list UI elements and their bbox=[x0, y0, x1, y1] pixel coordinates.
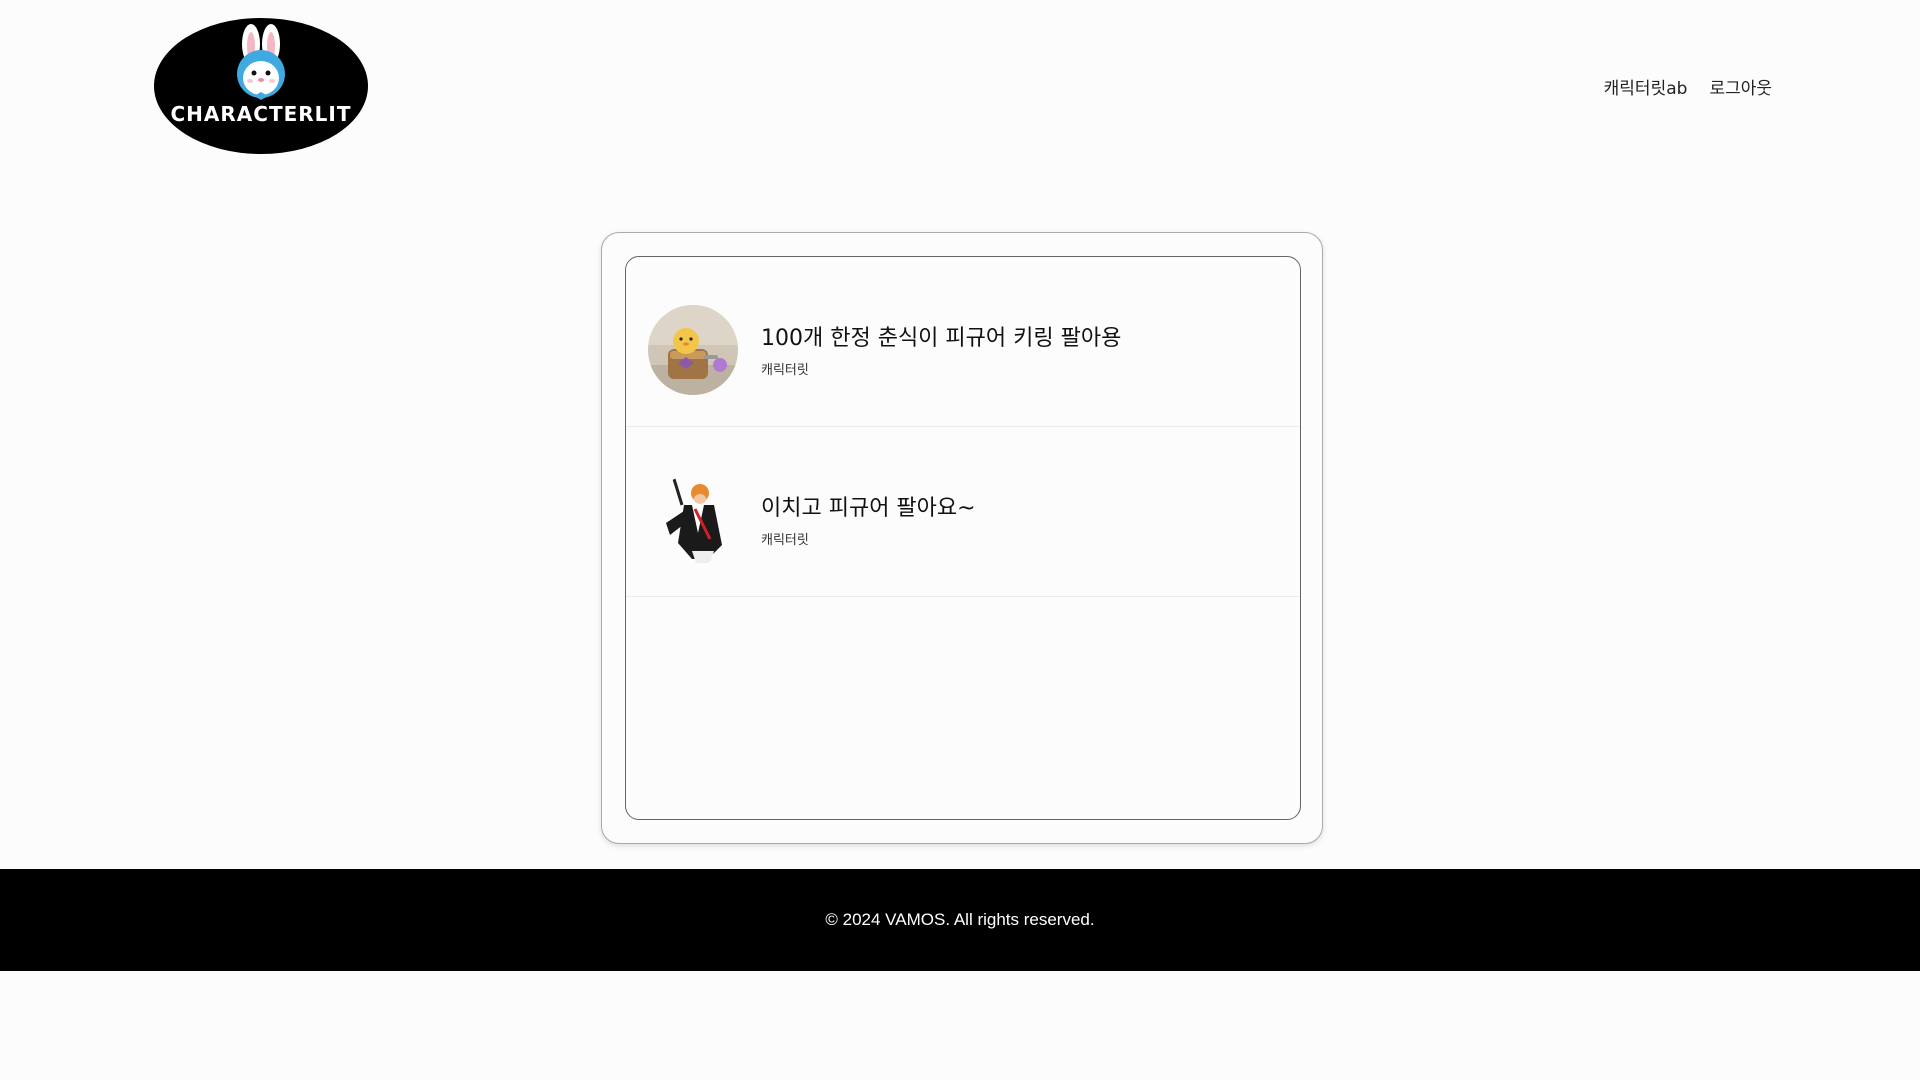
list-item[interactable]: 이치고 피규어 팔아요~ 캐릭터릿 bbox=[626, 427, 1300, 597]
logo-text: CHARACTERLIT bbox=[170, 102, 352, 126]
logout-link[interactable]: 로그아웃 bbox=[1709, 74, 1772, 99]
chunsik-figure-keyring-image bbox=[648, 305, 738, 395]
list-item[interactable]: 100개 한정 춘식이 피규어 키링 팔아용 캐릭터릿 bbox=[626, 257, 1300, 427]
product-list-card: 100개 한정 춘식이 피규어 키링 팔아용 캐릭터릿 이치고 피규어 팔아요~ bbox=[601, 232, 1323, 844]
site-header: CHARACTERLIT 캐릭터릿ab 로그아웃 bbox=[0, 0, 1920, 160]
item-title[interactable]: 100개 한정 춘식이 피규어 키링 팔아용 bbox=[761, 320, 1121, 352]
top-nav: 캐릭터릿ab 로그아웃 bbox=[1604, 74, 1772, 99]
item-seller: 캐릭터릿 bbox=[761, 363, 809, 378]
item-seller: 캐릭터릿 bbox=[761, 533, 809, 548]
site-footer: © 2024 VAMOS. All rights reserved. bbox=[0, 869, 1920, 971]
username-link[interactable]: 캐릭터릿ab bbox=[1604, 74, 1688, 99]
copyright-text: © 2024 VAMOS. All rights reserved. bbox=[825, 910, 1095, 929]
site-logo[interactable]: CHARACTERLIT bbox=[154, 18, 368, 154]
ichigo-figure-image bbox=[648, 475, 738, 565]
item-title[interactable]: 이치고 피규어 팔아요~ bbox=[761, 490, 976, 522]
bunny-logo-icon bbox=[237, 24, 285, 100]
product-list: 100개 한정 춘식이 피규어 키링 팔아용 캐릭터릿 이치고 피규어 팔아요~ bbox=[625, 256, 1301, 820]
